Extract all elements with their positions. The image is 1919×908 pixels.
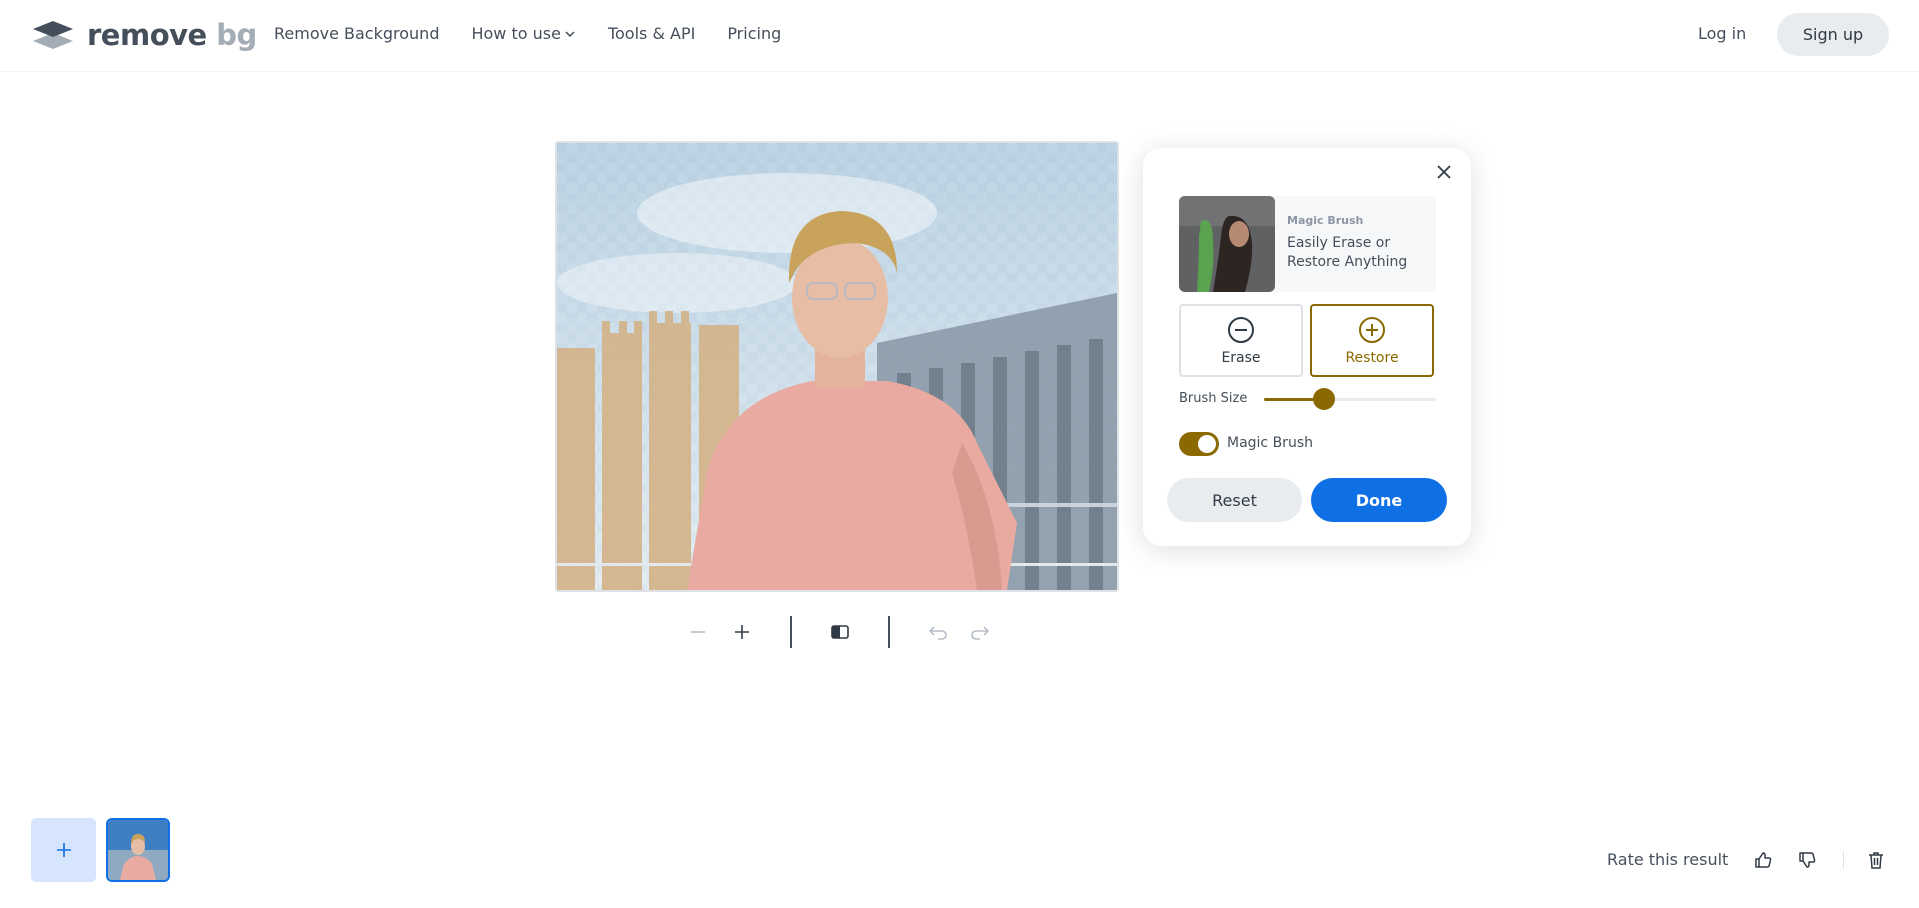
- plus-circle-icon: [1359, 316, 1385, 343]
- compare-icon: [831, 625, 849, 639]
- toolbar-divider: [790, 616, 792, 648]
- zoom-in-button[interactable]: [724, 614, 760, 650]
- promo-tag: Magic Brush: [1287, 214, 1364, 227]
- thumbs-up-icon: [1755, 852, 1772, 868]
- image-canvas[interactable]: [555, 141, 1119, 592]
- plus-icon: [56, 843, 71, 857]
- layers-logo-icon: [33, 21, 73, 49]
- done-button[interactable]: Done: [1311, 478, 1447, 522]
- chevron-down-icon: [565, 30, 575, 37]
- login-link[interactable]: Log in: [1698, 24, 1746, 43]
- image-thumbnail[interactable]: [106, 818, 170, 882]
- rate-result-label: Rate this result: [1607, 850, 1729, 869]
- zoom-out-button[interactable]: [680, 614, 716, 650]
- nav-how-to-use[interactable]: How to use: [471, 24, 575, 43]
- undo-icon: [928, 626, 947, 640]
- plus-icon: [735, 625, 749, 639]
- thumbs-down-icon: [1799, 852, 1816, 868]
- restore-label: Restore: [1345, 349, 1399, 366]
- thumbs-down-button[interactable]: [1793, 846, 1821, 874]
- close-icon: [1437, 165, 1451, 179]
- delete-button[interactable]: [1862, 846, 1890, 874]
- minus-icon: [691, 631, 705, 633]
- toolbar-divider: [888, 616, 890, 648]
- edited-photo: [557, 143, 1117, 590]
- nav-pricing[interactable]: Pricing: [727, 24, 781, 43]
- signup-button[interactable]: Sign up: [1777, 13, 1889, 56]
- logo[interactable]: remove bg: [31, 18, 257, 52]
- top-header: remove bg Remove Background How to use T…: [0, 0, 1919, 72]
- undo-button[interactable]: [920, 614, 956, 650]
- erase-mode-button[interactable]: Erase: [1179, 304, 1303, 377]
- nav-remove-background[interactable]: Remove Background: [274, 24, 439, 43]
- main-nav: Remove Background How to use Tools & API…: [274, 24, 781, 43]
- close-panel-button[interactable]: [1430, 158, 1458, 186]
- erase-label: Erase: [1221, 349, 1261, 366]
- redo-icon: [971, 626, 990, 640]
- restore-mode-button[interactable]: Restore: [1310, 304, 1434, 377]
- promo-image: [1179, 196, 1275, 292]
- thumbs-up-button[interactable]: [1749, 846, 1777, 874]
- magic-brush-toggle[interactable]: [1179, 432, 1219, 456]
- logo-text: remove bg: [87, 18, 257, 52]
- add-image-button[interactable]: [31, 818, 96, 882]
- brush-size-slider[interactable]: [1264, 388, 1436, 410]
- compare-button[interactable]: [822, 614, 858, 650]
- magic-brush-label: Magic Brush: [1227, 435, 1313, 451]
- footer-divider: [1843, 851, 1844, 869]
- canvas-toolbar: [680, 614, 998, 650]
- toggle-knob: [1198, 435, 1216, 453]
- magic-brush-promo: Magic Brush Easily Erase or Restore Anyt…: [1179, 196, 1436, 292]
- reset-button[interactable]: Reset: [1167, 478, 1302, 522]
- slider-thumb[interactable]: [1313, 388, 1336, 410]
- promo-description: Easily Erase or Restore Anything: [1287, 235, 1408, 270]
- redo-button[interactable]: [962, 614, 998, 650]
- minus-circle-icon: [1228, 316, 1254, 343]
- brush-size-label: Brush Size: [1179, 391, 1248, 406]
- nav-tools-api[interactable]: Tools & API: [608, 24, 695, 43]
- trash-icon: [1869, 852, 1883, 869]
- magic-brush-panel: Magic Brush Easily Erase or Restore Anyt…: [1143, 148, 1471, 546]
